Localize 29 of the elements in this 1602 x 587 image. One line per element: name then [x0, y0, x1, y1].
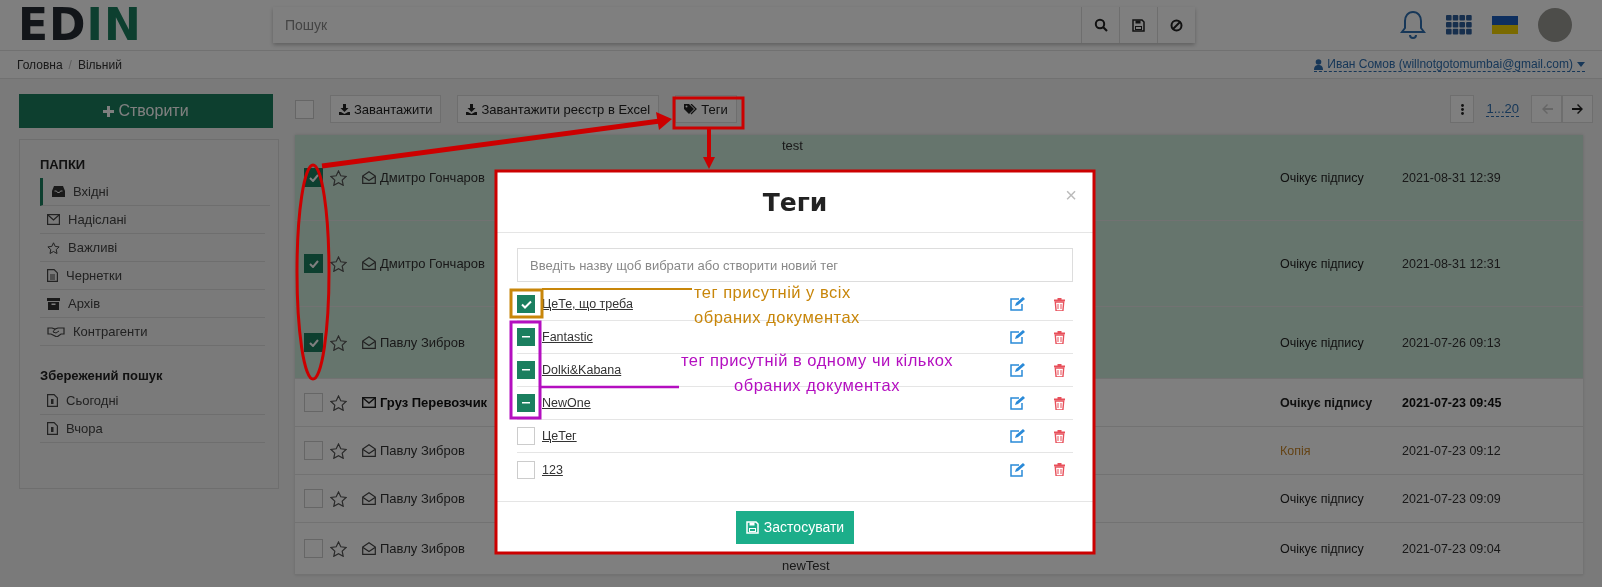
sender-name: Павлу Зибров — [380, 541, 465, 556]
sender-name: Груз Перевозчик — [380, 395, 488, 410]
section-title: Збережений пошук — [40, 368, 164, 383]
section-title: ПАПКИ — [40, 157, 87, 172]
date-text: 2021-07-23 09:12 — [1402, 443, 1502, 458]
date-text: 2021-07-23 09:45 — [1402, 395, 1503, 410]
status-text: Очікує підпису — [1280, 256, 1365, 271]
status-text: Очікує підпису — [1280, 335, 1365, 350]
date-text: 2021-08-31 12:31 — [1402, 256, 1502, 271]
dialog-title: Теги — [762, 187, 828, 217]
breadcrumb-current: Вільний — [77, 57, 122, 72]
status-text: Очікує підпису — [1280, 170, 1365, 185]
sender-name: Дмитро Гончаров — [380, 256, 485, 271]
date-text: 2021-07-26 09:13 — [1402, 335, 1502, 350]
status-text: Очікує підпису — [1280, 491, 1365, 506]
date-text: 2021-08-31 12:39 — [1402, 170, 1502, 185]
sender-name: Павлу Зибров — [380, 491, 465, 506]
breadcrumb-separator: / — [68, 57, 72, 72]
sender-name: Павлу Зибров — [380, 443, 465, 458]
status-text: Очікує підпису — [1280, 395, 1374, 410]
annotation-note: тег присутній в одному чи кількох обраних документах — [679, 350, 955, 396]
sender-name: Дмитро Гончаров — [380, 170, 485, 185]
sender-name: Павлу Зибров — [380, 335, 465, 350]
document-title: newTest — [782, 558, 830, 573]
date-text: 2021-07-23 09:09 — [1402, 491, 1502, 506]
document-title: test — [782, 138, 803, 153]
status-text: Очікує підпису — [1280, 541, 1365, 556]
date-text: 2021-07-23 09:04 — [1402, 541, 1502, 556]
status-text: Копія — [1280, 443, 1312, 458]
